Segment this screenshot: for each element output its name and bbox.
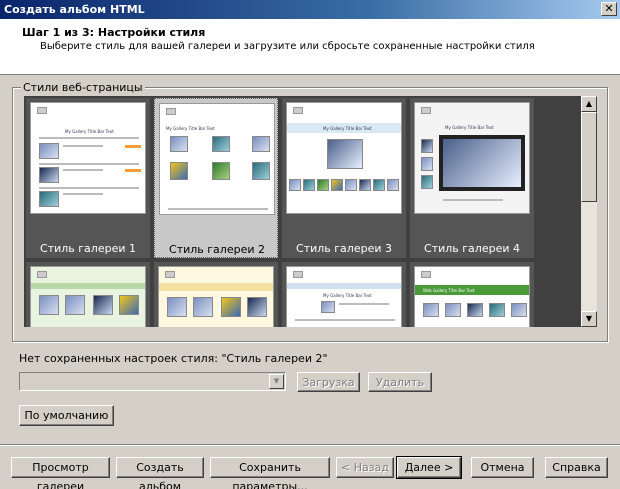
close-icon: ✕ (604, 2, 614, 15)
scroll-down-arrow-icon[interactable]: ▼ (581, 311, 597, 327)
gallery-style-2-preview: My Gallery Title Bar Text (159, 103, 275, 215)
gallery-style-4[interactable]: My Gallery Title Bar Text Стиль галереи … (410, 98, 534, 258)
group-legend: Стили веб-страницы (21, 81, 145, 94)
step-title: Шаг 1 из 3: Настройки стиля (22, 26, 206, 39)
gallery-style-5[interactable] (26, 262, 150, 327)
gallery-style-7[interactable]: My Gallery Title Bar Text (282, 262, 406, 327)
style-gallery: My Gallery Title Bar Text Стиль галереи … (24, 96, 581, 327)
gallery-style-3-preview: My Gallery Title Bar Text (286, 102, 402, 214)
close-button[interactable]: ✕ (601, 2, 617, 16)
footer-separator (0, 444, 620, 446)
step-description: Выберите стиль для вашей галереи и загру… (40, 41, 535, 52)
gallery-style-5-preview (30, 266, 146, 327)
gallery-style-2-caption: Стиль галереи 2 (169, 243, 265, 256)
gallery-style-1-preview: My Gallery Title Bar Text (30, 102, 146, 214)
gallery-style-3-caption: Стиль галереи 3 (296, 242, 392, 255)
gallery-style-8-preview: Web Gallery Title Bar Text (414, 266, 530, 327)
create-album-button[interactable]: Создать альбом (116, 457, 204, 489)
gallery-style-7-preview: My Gallery Title Bar Text (286, 266, 402, 327)
next-button[interactable]: Далее > (396, 456, 462, 479)
saved-settings-label: Нет сохраненных настроек стиля: "Стиль г… (19, 352, 328, 365)
gallery-style-4-caption: Стиль галереи 4 (424, 242, 520, 255)
gallery-style-4-preview: My Gallery Title Bar Text (414, 102, 530, 214)
saved-settings-combo[interactable]: ▼ (19, 372, 286, 391)
back-button[interactable]: < Назад (336, 457, 394, 478)
scroll-up-arrow-icon[interactable]: ▲ (581, 96, 597, 112)
window-titlebar: Создать альбом HTML ✕ (0, 0, 620, 19)
combo-dropdown-arrow-icon[interactable]: ▼ (269, 374, 284, 389)
help-button[interactable]: Справка (545, 457, 608, 478)
save-parameters-button[interactable]: Сохранить параметры... (210, 457, 330, 489)
gallery-style-1[interactable]: My Gallery Title Bar Text Стиль галереи … (26, 98, 150, 258)
gallery-style-3[interactable]: My Gallery Title Bar Text Стиль галереи … (282, 98, 406, 258)
delete-button[interactable]: Удалить (368, 372, 432, 392)
gallery-scrollbar[interactable]: ▲ ▼ (581, 96, 597, 327)
preview-gallery-button[interactable]: Просмотр галереи (11, 457, 110, 489)
gallery-style-8[interactable]: Web Gallery Title Bar Text (410, 262, 534, 327)
window-title: Создать альбом HTML (4, 3, 145, 16)
gallery-style-2[interactable]: My Gallery Title Bar Text Стиль галереи … (154, 98, 278, 258)
gallery-style-6[interactable] (154, 262, 278, 327)
cancel-button[interactable]: Отмена (471, 457, 534, 478)
scrollbar-thumb[interactable] (581, 112, 597, 202)
load-button[interactable]: Загрузка (297, 372, 360, 392)
wizard-header: Шаг 1 из 3: Настройки стиля Выберите сти… (0, 19, 620, 75)
gallery-style-1-caption: Стиль галереи 1 (40, 242, 136, 255)
defaults-button[interactable]: По умолчанию (19, 405, 114, 426)
gallery-style-6-preview (158, 266, 274, 327)
